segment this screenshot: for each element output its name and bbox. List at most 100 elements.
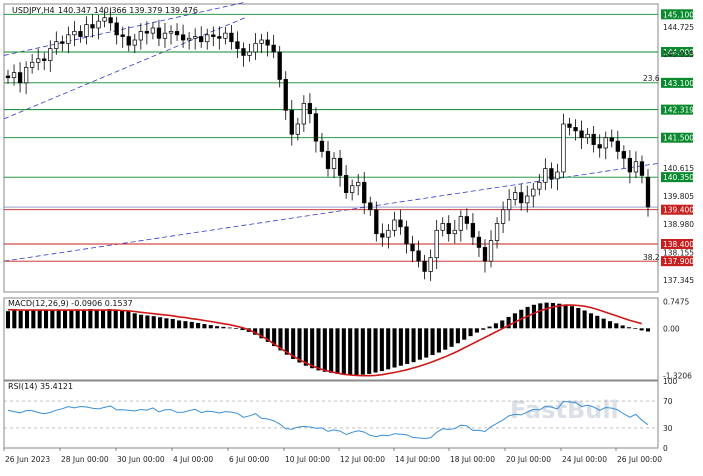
macd-histogram-bar xyxy=(31,309,36,329)
candle-up xyxy=(513,192,518,200)
macd-histogram-bar xyxy=(82,309,87,329)
candle-up xyxy=(537,181,542,190)
candle-down xyxy=(120,34,125,37)
time-tick-label: 4 Jul 00:00 xyxy=(173,455,213,464)
candle-up xyxy=(500,209,506,224)
time-tick-label: 14 Jul 00:00 xyxy=(395,455,440,464)
candle-down xyxy=(627,157,633,173)
candle-down xyxy=(235,41,240,49)
macd-histogram-bar xyxy=(107,309,112,329)
time-tick-label: 6 Jul 00:00 xyxy=(229,455,269,464)
macd-histogram-bar xyxy=(62,310,68,329)
macd-histogram-bar xyxy=(139,314,144,329)
candle-down xyxy=(156,27,162,39)
macd-histogram-bar xyxy=(443,328,448,350)
macd-histogram-bar xyxy=(69,309,74,329)
fib-label-23.6: 23.6 xyxy=(643,74,660,83)
candle-down xyxy=(597,144,602,149)
candle-down xyxy=(217,36,222,39)
panel-frames xyxy=(3,3,659,449)
rsi-axis-tick: 100 xyxy=(663,377,678,386)
candle-up xyxy=(223,32,228,39)
macd-histogram-bar xyxy=(531,304,536,329)
macd-title: MACD(12,26,9) -0.0906 0.1537 xyxy=(8,299,133,308)
candle-up xyxy=(193,36,198,39)
macd-histogram-bar xyxy=(94,309,99,329)
candle-down xyxy=(476,236,482,248)
macd-histogram-bar xyxy=(208,325,213,329)
macd-histogram-bar xyxy=(493,323,498,329)
candle-up xyxy=(186,37,192,41)
macd-histogram-bar xyxy=(348,328,353,376)
candle-down xyxy=(645,176,651,208)
level-tag-label: 140.350 xyxy=(663,173,694,182)
candle-up xyxy=(428,257,433,272)
time-tick-label: 20 Jul 00:00 xyxy=(506,455,551,464)
time-tick-label: 26 Jul 00:00 xyxy=(617,455,662,464)
candle-up xyxy=(356,181,361,187)
time-tick-label: 26 Jun 2023 xyxy=(5,455,50,464)
price-axis-tick: 140.615 xyxy=(663,164,694,173)
candle-down xyxy=(271,44,276,53)
macd-histogram-bar xyxy=(43,310,49,329)
time-axis: 26 Jun 2023 28 Jun 00:00 30 Jun 00:00 4 Jul… xyxy=(3,448,662,464)
macd-histogram-bar xyxy=(303,328,308,366)
usdjpy-chart: FastBull 145.100144.000143.100142.319141… xyxy=(3,1,694,464)
macd-histogram-bar xyxy=(588,313,594,329)
candle-up xyxy=(452,229,457,235)
macd-histogram-bar xyxy=(392,328,397,368)
macd-histogram-bar xyxy=(360,328,365,375)
macd-histogram-bar xyxy=(569,306,574,329)
candle-up xyxy=(247,51,252,56)
macd-histogram-bar xyxy=(449,328,454,347)
candle-down xyxy=(60,41,65,44)
candle-down xyxy=(519,192,524,204)
macd-histogram-bar xyxy=(24,310,30,329)
candle-down xyxy=(362,181,367,204)
candle-up xyxy=(543,168,548,183)
rsi-axis-tick: 30 xyxy=(663,424,673,433)
candle-up xyxy=(531,188,536,197)
macd-histogram-bar xyxy=(411,328,416,363)
candle-down xyxy=(567,123,572,128)
macd-histogram-bar xyxy=(189,321,194,329)
candle-up xyxy=(488,240,494,262)
macd-histogram-bar xyxy=(177,320,182,329)
macd-histogram-bar xyxy=(639,328,644,331)
macd-histogram-bar xyxy=(633,328,638,330)
candle-down xyxy=(380,233,385,238)
candle-up xyxy=(331,157,337,169)
macd-histogram-bar xyxy=(620,325,625,329)
price-panel: 145.100144.000143.100142.319141.500140.3… xyxy=(3,1,694,285)
macd-histogram-bar xyxy=(601,318,606,329)
candle-down xyxy=(174,31,180,36)
panel-frame-0 xyxy=(3,3,659,293)
macd-histogram-bar xyxy=(183,321,188,329)
time-tick-label: 30 Jun 00:00 xyxy=(117,455,165,464)
candle-down xyxy=(609,137,614,142)
macd-histogram-bar xyxy=(145,315,150,329)
time-tick-label: 12 Jul 00:00 xyxy=(340,455,385,464)
price-axis-tick: 137.345 xyxy=(663,276,694,285)
candle-up xyxy=(150,27,156,34)
level-tag-label: 142.319 xyxy=(663,106,694,115)
candle-up xyxy=(48,48,53,61)
candle-down xyxy=(289,109,294,135)
macd-histogram-bar xyxy=(614,323,619,329)
macd-histogram-bar xyxy=(316,328,321,371)
rising-trendline xyxy=(3,163,659,262)
candle-up xyxy=(440,223,445,231)
candle-up xyxy=(434,229,439,259)
candle-up xyxy=(295,123,300,135)
candle-down xyxy=(307,103,313,115)
price-axis-tick: 143.935 xyxy=(663,50,694,59)
candle-up xyxy=(525,195,530,204)
candle-up xyxy=(205,34,210,43)
candle-down xyxy=(573,127,578,132)
macd-histogram-bar xyxy=(582,310,587,329)
candle-down xyxy=(579,130,584,139)
macd-histogram-bar xyxy=(151,316,156,329)
candle-up xyxy=(11,72,17,79)
macd-histogram-bar xyxy=(436,328,441,353)
macd-histogram-bar xyxy=(474,328,479,333)
